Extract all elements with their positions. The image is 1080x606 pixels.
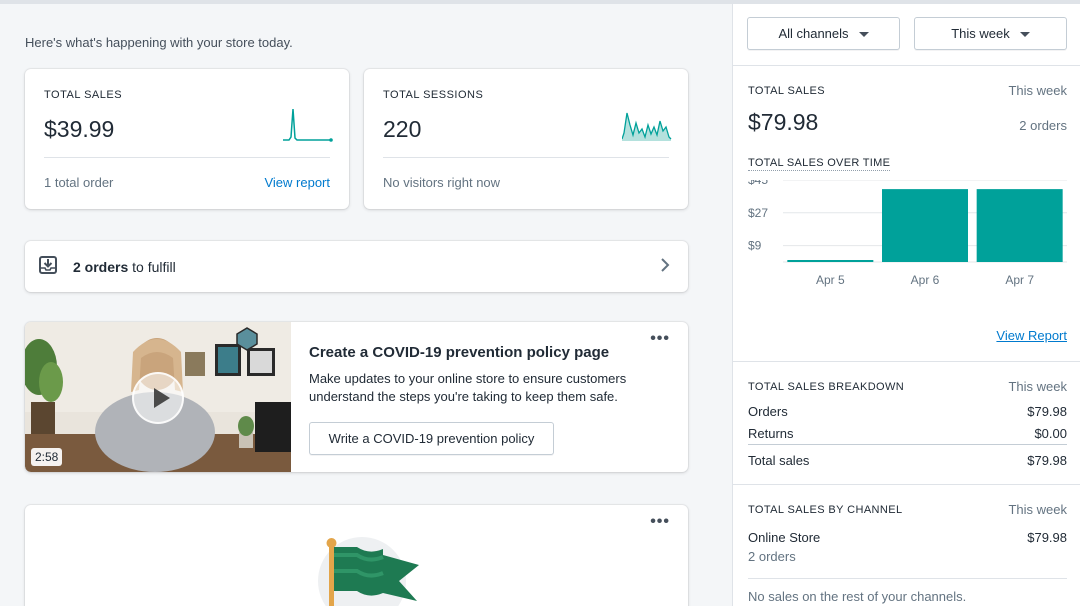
bar	[976, 189, 1063, 262]
card-value: 220	[383, 116, 422, 142]
card-divider	[44, 157, 330, 158]
chart-title: TOTAL SALES OVER TIME	[748, 157, 891, 171]
orders-to-fulfill-banner[interactable]: 2 orders to fulfill	[25, 241, 688, 292]
sales-sparkline	[283, 108, 333, 142]
total-sales-value: $79.98	[748, 109, 819, 135]
bar	[882, 189, 968, 262]
section-period: This week	[1008, 502, 1067, 517]
covid-card-description: Make updates to your online store to ens…	[309, 371, 627, 404]
card-divider	[383, 157, 669, 158]
sales-breakdown-section: TOTAL SALES BREAKDOWN This week Orders $7…	[733, 362, 1080, 485]
row-label: Total sales	[748, 453, 810, 468]
x-tick-label: Apr 7	[1005, 273, 1034, 287]
orders-count: 2 orders	[1019, 118, 1067, 133]
inbox-download-icon	[39, 256, 57, 274]
view-report-link[interactable]: View Report	[996, 328, 1067, 343]
y-tick-label: $45	[748, 180, 768, 187]
breakdown-row-orders: Orders $79.98	[748, 404, 1067, 419]
caret-down-icon	[858, 32, 869, 38]
total-divider	[748, 444, 1067, 445]
analytics-panel: All channels This week TOTAL SALES This …	[732, 4, 1080, 606]
sessions-sparkline	[622, 112, 672, 141]
row-label: Orders	[748, 404, 788, 419]
fulfill-text: 2 orders to fulfill	[73, 259, 176, 275]
total-sales-card: TOTAL SALES $39.99 1 total order View re…	[25, 69, 349, 209]
fulfill-suffix: to fulfill	[128, 259, 176, 275]
home-main: Here's what's happening with your store …	[0, 4, 732, 606]
write-policy-button[interactable]: Write a COVID-19 prevention policy	[309, 422, 554, 455]
section-period: This week	[1008, 83, 1067, 98]
channel-orders: 2 orders	[748, 549, 796, 564]
section-title: TOTAL SALES	[748, 85, 825, 97]
chevron-right-icon	[661, 258, 670, 272]
section-period: This week	[1008, 379, 1067, 394]
channel-select[interactable]: All channels	[747, 17, 900, 50]
period-select-label: This week	[951, 26, 1010, 41]
video-duration: 2:58	[31, 448, 63, 466]
fulfill-count: 2 orders	[73, 259, 129, 275]
channel-name: Online Store	[748, 530, 821, 545]
greeting-text: Here's what's happening with your store …	[25, 35, 293, 50]
view-report-link[interactable]: View report	[264, 175, 330, 190]
channel-select-label: All channels	[778, 26, 849, 41]
row-amount: $79.98	[1027, 453, 1067, 468]
section-title: TOTAL SALES BREAKDOWN	[748, 381, 905, 393]
y-tick-label: $9	[748, 239, 762, 253]
covid-policy-card: 2:58 Create a COVID-19 prevention policy…	[25, 322, 688, 472]
x-tick-label: Apr 6	[911, 273, 940, 287]
row-amount: $0.00	[1034, 426, 1067, 441]
channel-row: Online Store $79.98	[748, 530, 1067, 545]
period-select[interactable]: This week	[914, 17, 1067, 50]
flag-illustration	[318, 537, 419, 606]
card-footer: 1 total order	[44, 175, 114, 190]
channel-divider	[748, 578, 1067, 579]
covid-card-title: Create a COVID-19 prevention policy page	[309, 344, 610, 361]
breakdown-row-returns: Returns $0.00	[748, 426, 1067, 441]
setup-card: •••	[25, 505, 688, 606]
row-amount: $79.98	[1027, 404, 1067, 419]
sales-by-channel-section: TOTAL SALES BY CHANNEL This week Online …	[733, 485, 1080, 606]
total-sessions-card: TOTAL SESSIONS 220 No visitors right now	[364, 69, 688, 209]
total-sales-section: TOTAL SALES This week $79.98 2 orders TO…	[733, 66, 1080, 362]
breakdown-row-total: Total sales $79.98	[748, 453, 1067, 468]
section-title: TOTAL SALES BY CHANNEL	[748, 504, 903, 516]
card-title: TOTAL SESSIONS	[383, 89, 484, 101]
filter-bar: All channels This week	[733, 4, 1080, 66]
more-actions-icon[interactable]: •••	[650, 330, 670, 348]
more-actions-icon[interactable]: •••	[650, 513, 670, 531]
card-footer: No visitors right now	[383, 175, 501, 190]
card-title: TOTAL SALES	[44, 89, 123, 101]
video-thumbnail[interactable]: 2:58	[25, 322, 291, 472]
caret-down-icon	[1019, 32, 1030, 38]
x-tick-label: Apr 5	[816, 273, 845, 287]
y-tick-label: $27	[748, 206, 768, 220]
bar	[787, 260, 874, 262]
row-label: Returns	[748, 426, 794, 441]
play-button[interactable]	[132, 372, 184, 424]
card-value: $39.99	[44, 116, 115, 142]
sales-bar-chart: $45 $27 $9 Apr 5 Apr 6 Apr 7	[748, 180, 1067, 287]
no-other-sales-note: No sales on the rest of your channels.	[748, 589, 967, 604]
channel-amount: $79.98	[1027, 530, 1067, 545]
